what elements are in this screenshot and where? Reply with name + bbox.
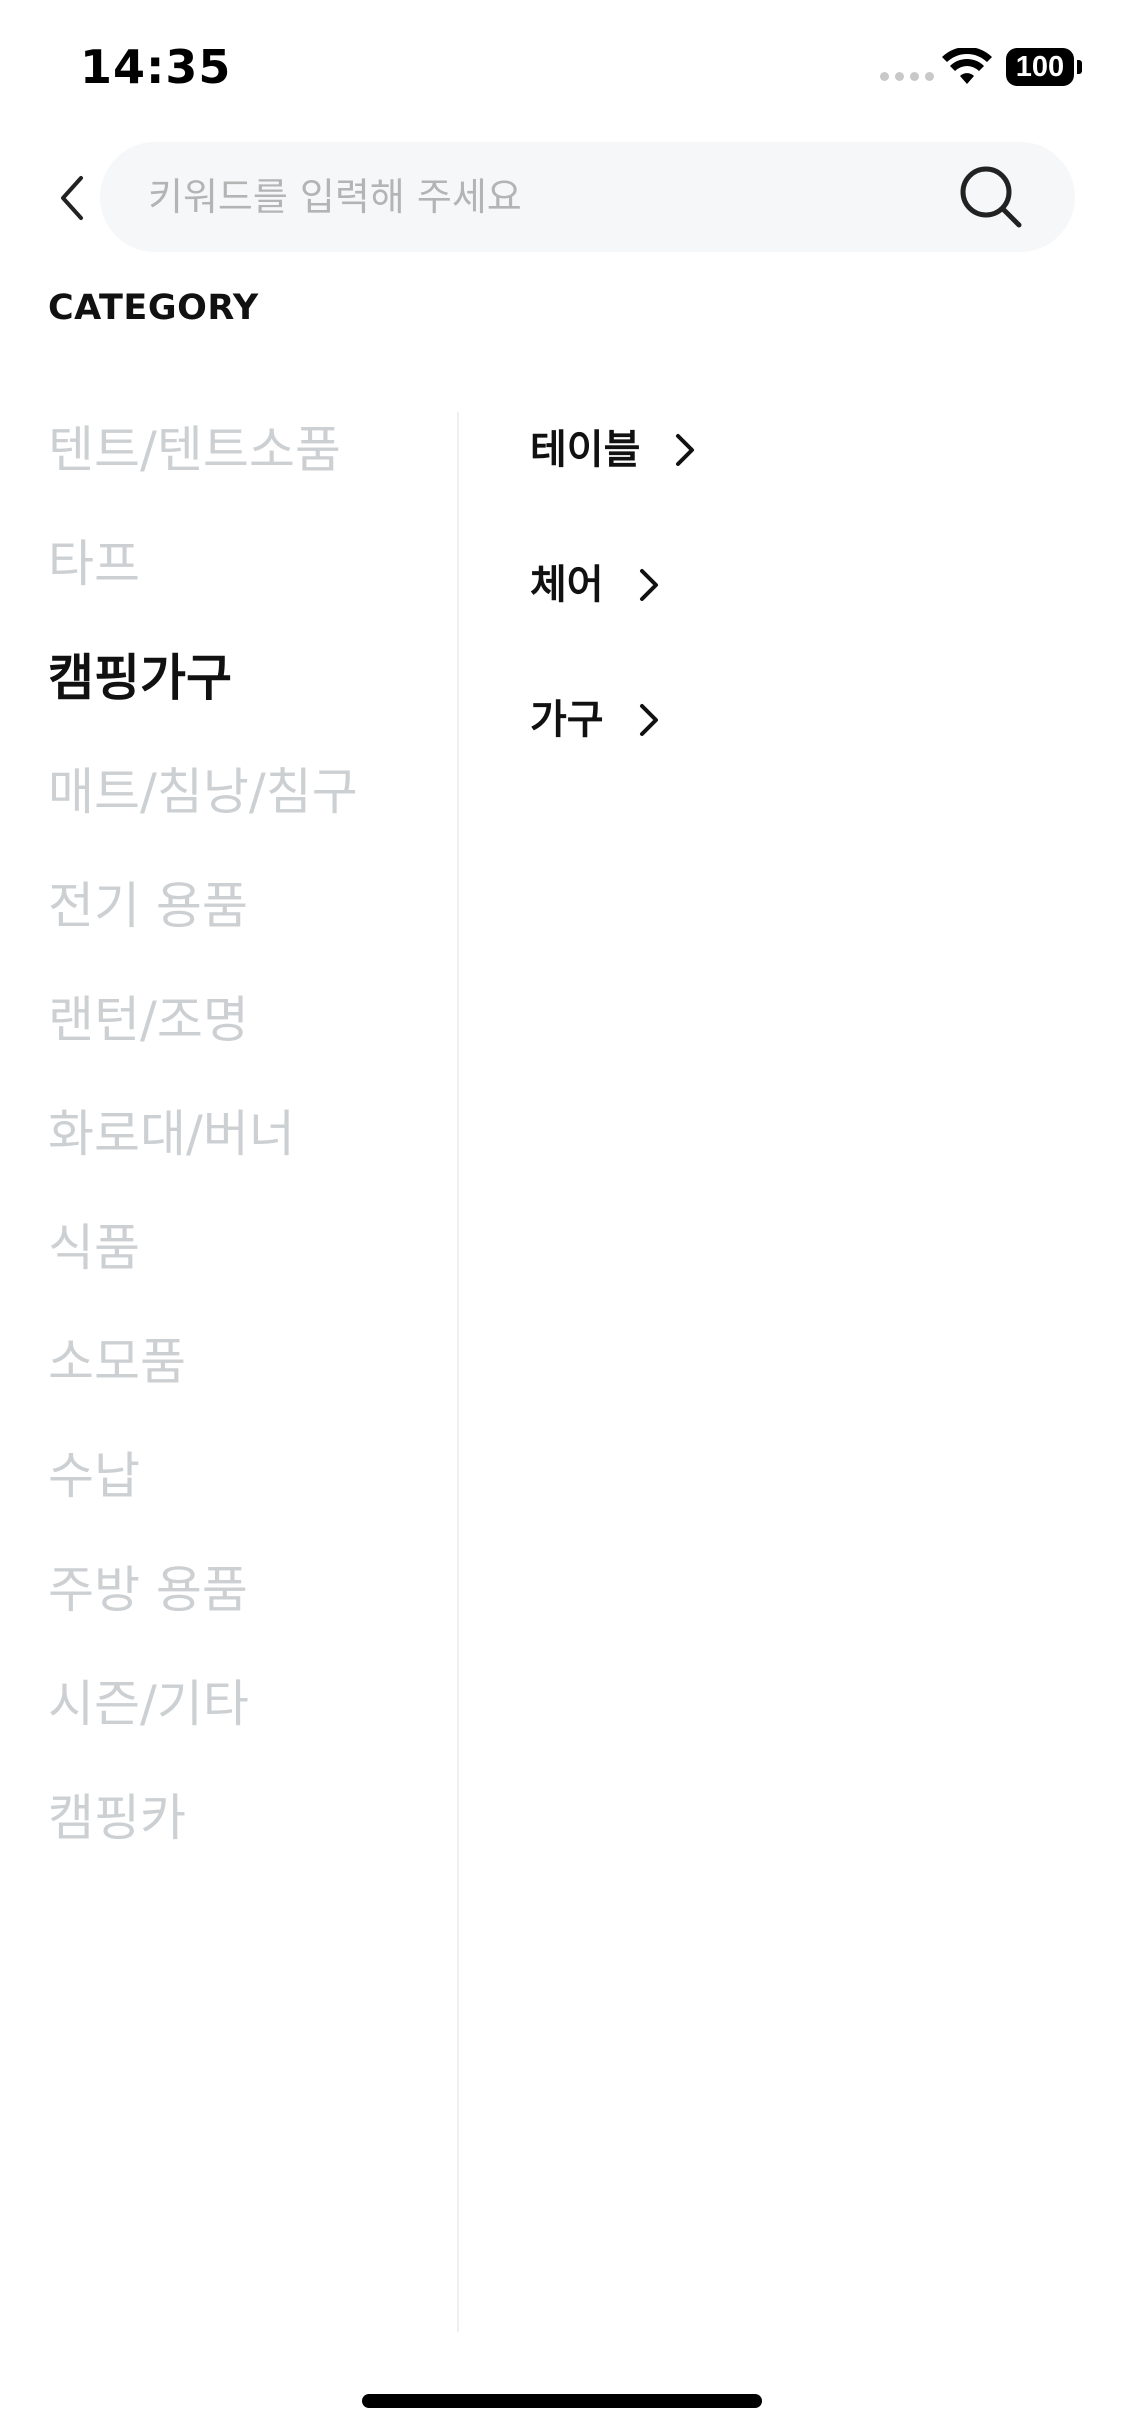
battery-level: 100: [1006, 48, 1074, 86]
category-item-camping-furniture[interactable]: 캠핑가구: [48, 640, 448, 754]
category-item-lantern[interactable]: 랜턴/조명: [48, 982, 448, 1096]
chevron-left-icon: [61, 176, 83, 220]
chevron-right-icon: [639, 569, 658, 601]
category-item-food[interactable]: 식품: [48, 1210, 448, 1324]
status-time: 14:35: [80, 40, 232, 94]
category-item-consumables[interactable]: 소모품: [48, 1324, 448, 1438]
category-item-fire-burner[interactable]: 화로대/버너: [48, 1096, 448, 1210]
battery-icon: 100: [1006, 48, 1082, 88]
wifi-icon: [942, 48, 992, 84]
category-item-storage[interactable]: 수납: [48, 1438, 448, 1552]
category-item-camping-car[interactable]: 캠핑카: [48, 1780, 448, 1894]
category-list: 텐트/텐트소품 타프 캠핑가구 매트/침낭/침구 전기 용품 랜턴/조명 화로대…: [48, 412, 448, 1894]
search-icon[interactable]: [958, 164, 1024, 230]
category-item-electric[interactable]: 전기 용품: [48, 868, 448, 982]
column-divider: [457, 412, 459, 2332]
category-item-tarp[interactable]: 타프: [48, 526, 448, 640]
subcategory-item-table[interactable]: 테이블: [530, 412, 696, 547]
category-item-tent[interactable]: 텐트/텐트소품: [48, 412, 448, 526]
subcategory-label: 테이블: [530, 427, 641, 473]
chevron-right-icon: [639, 704, 658, 736]
subcategory-label: 가구: [530, 697, 604, 743]
chevron-right-icon: [676, 434, 695, 466]
subcategory-item-chair[interactable]: 체어: [530, 547, 696, 682]
subcategory-item-furniture[interactable]: 가구: [530, 682, 696, 817]
search-input[interactable]: [148, 142, 948, 252]
search-bar: [100, 142, 1075, 252]
category-item-kitchen[interactable]: 주방 용품: [48, 1552, 448, 1666]
subcategory-list: 테이블 체어 가구: [530, 412, 696, 817]
status-bar: 14:35 100: [0, 0, 1125, 140]
category-item-mat-sleeping[interactable]: 매트/침낭/침구: [48, 754, 448, 868]
subcategory-label: 체어: [530, 562, 604, 608]
category-item-season-etc[interactable]: 시즌/기타: [48, 1666, 448, 1780]
section-title: CATEGORY: [48, 288, 259, 328]
back-button[interactable]: [44, 160, 100, 236]
cellular-signal-icon: [880, 72, 934, 81]
home-indicator: [362, 2394, 762, 2408]
